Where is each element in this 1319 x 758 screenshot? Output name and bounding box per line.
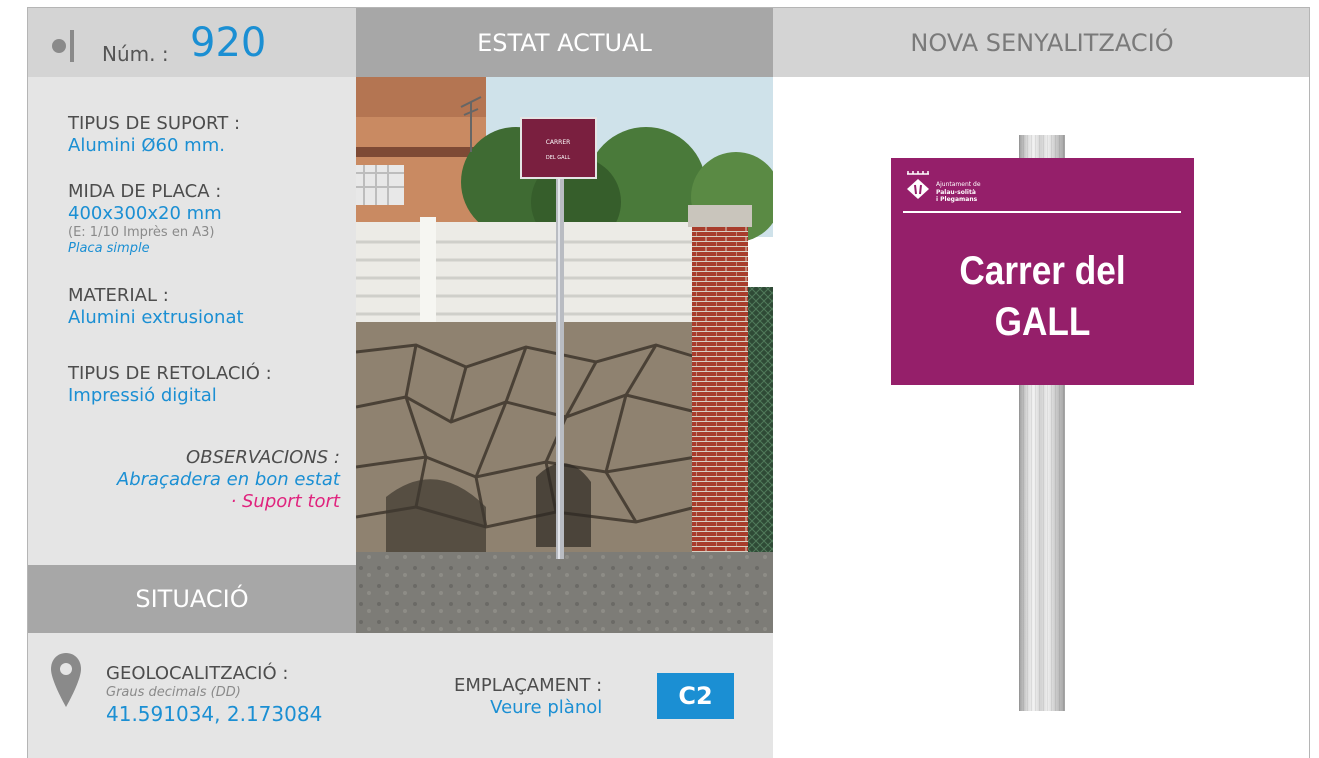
plate-size-block: MIDA DE PLACA : 400x300x20 mm (E: 1/10 I… (68, 181, 222, 257)
bullet-icon (52, 39, 66, 53)
placement-block: EMPLAÇAMENT : Veure plànol (454, 675, 602, 719)
observations-block: OBSERVACIONS : Abraçadera en bon estat ·… (117, 447, 340, 513)
material-value: Alumini extrusionat (68, 307, 244, 328)
record-number-header: Núm. : 920 (28, 8, 356, 77)
sign-details-panel: TIPUS DE SUPORT : Alumini Ø60 mm. MIDA D… (28, 77, 356, 565)
logo-line-2: Palau-solità (936, 189, 976, 196)
new-sign-plate: Ajuntament de Palau-solità i Plegamans C… (891, 158, 1194, 385)
location-panel: GEOLOCALITZACIÓ : Graus decimals (DD) 41… (28, 633, 773, 758)
street-photo: CARRER DEL GALL (356, 77, 773, 633)
lettering-block: TIPUS DE RETOLACIÓ : Impressió digital (68, 363, 272, 407)
new-signage-title: NOVA SENYALITZACIÓ (910, 28, 1174, 57)
plate-size-label: MIDA DE PLACA : (68, 181, 222, 202)
location-title: SITUACIÓ (135, 585, 249, 613)
map-pin-icon (51, 653, 81, 707)
geolocation-block: GEOLOCALITZACIÓ : Graus decimals (DD) 41… (106, 663, 322, 727)
placement-label: EMPLAÇAMENT : (454, 675, 603, 696)
support-type-value: Alumini Ø60 mm. (68, 135, 225, 156)
location-header: SITUACIÓ (28, 565, 356, 633)
logo-line-3: i Plegamans (936, 196, 978, 203)
geolocation-format: Graus decimals (DD) (106, 685, 241, 700)
plate-size-value: 400x300x20 mm (68, 203, 222, 224)
observations-label: OBSERVACIONS : (186, 447, 340, 468)
observations-ok: Abraçadera en bon estat (116, 469, 340, 490)
view-map-link[interactable]: Veure plànol (454, 697, 602, 719)
old-sign-line2: DEL GALL (546, 155, 570, 161)
lettering-label: TIPUS DE RETOLACIÓ : (68, 363, 272, 384)
plate-street-name: Carrer del GALL (909, 246, 1176, 348)
municipal-shield-icon (907, 171, 929, 199)
lettering-value: Impressió digital (68, 385, 217, 406)
support-type-label: TIPUS DE SUPORT : (68, 113, 241, 134)
sign-record-sheet: Núm. : 920 ESTAT ACTUAL NOVA SENYALITZAC… (27, 7, 1310, 758)
logo-line-1: Ajuntament de (936, 181, 981, 188)
plate-scale-note: (E: 1/10 Imprès en A3) (68, 225, 215, 240)
support-type-block: TIPUS DE SUPORT : Alumini Ø60 mm. (68, 113, 240, 157)
bullet-bar-icon (70, 30, 74, 62)
new-signage-header: NOVA SENYALITZACIÓ (773, 8, 1309, 77)
current-sign-photo: CARRER DEL GALL (356, 77, 773, 633)
plate-text-line1: Carrer del (959, 249, 1126, 293)
material-label: MATERIAL : (68, 285, 169, 306)
plate-type-note: Placa simple (68, 241, 150, 256)
material-block: MATERIAL : Alumini extrusionat (68, 285, 244, 329)
geolocation-coordinates: 41.591034, 2.173084 (106, 702, 323, 726)
current-state-title: ESTAT ACTUAL (477, 28, 652, 57)
record-number-value: 920 (190, 20, 267, 66)
plate-text-line2: GALL (994, 300, 1091, 344)
observations-issue: · Suport tort (230, 491, 340, 512)
record-number-label: Núm. : (102, 42, 169, 66)
current-state-header: ESTAT ACTUAL (356, 8, 773, 77)
placement-code-badge: C2 (657, 673, 734, 719)
placement-code: C2 (678, 682, 713, 710)
plate-divider (903, 211, 1181, 213)
geolocation-label: GEOLOCALITZACIÓ : (106, 663, 289, 684)
old-sign-line1: CARRER (546, 139, 571, 146)
